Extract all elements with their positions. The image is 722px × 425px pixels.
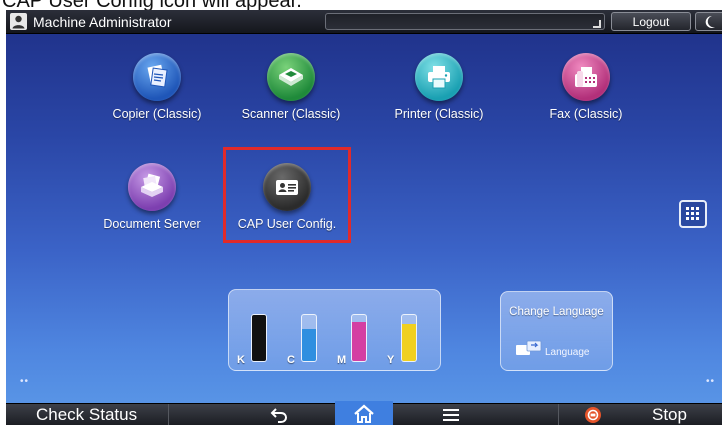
stop-icon bbox=[585, 407, 601, 423]
language-switch-icon bbox=[516, 340, 542, 355]
change-language-title: Change Language bbox=[509, 306, 604, 318]
printer-icon bbox=[415, 53, 463, 101]
toner-letter-y: Y bbox=[387, 354, 395, 366]
home-button[interactable] bbox=[335, 401, 393, 425]
logout-button[interactable]: Logout bbox=[611, 12, 691, 31]
app-copier[interactable]: Copier (Classic) bbox=[87, 53, 227, 121]
resize-grip-icon bbox=[593, 20, 601, 28]
message-field[interactable] bbox=[325, 13, 605, 30]
app-scanner[interactable]: Scanner (Classic) bbox=[221, 53, 361, 121]
toner-letter-k: K bbox=[237, 354, 245, 366]
toner-letter-m: M bbox=[337, 354, 347, 366]
fax-icon bbox=[562, 53, 610, 101]
user-label: Machine Administrator bbox=[33, 13, 172, 30]
bottom-bar: Check Status Stop bbox=[6, 401, 722, 425]
stop-button[interactable]: Stop bbox=[558, 404, 722, 425]
scanner-icon bbox=[267, 53, 315, 101]
energy-saver-button[interactable] bbox=[695, 12, 722, 31]
page-indicator-left: •• bbox=[20, 376, 30, 387]
toner-bar-m bbox=[351, 314, 367, 362]
app-list-button[interactable] bbox=[679, 200, 707, 228]
check-status-button[interactable]: Check Status bbox=[6, 404, 169, 425]
page-indicator-right: •• bbox=[706, 376, 716, 387]
app-label: Scanner (Classic) bbox=[241, 107, 341, 121]
toner-levels-widget[interactable]: K C M Y bbox=[228, 289, 441, 371]
toner-bar-k bbox=[251, 314, 267, 362]
menu-icon[interactable] bbox=[443, 408, 459, 422]
language-label: Language bbox=[545, 347, 590, 358]
toner-letter-c: C bbox=[287, 354, 295, 366]
app-label: Document Server bbox=[103, 217, 201, 231]
toner-fill-c bbox=[302, 328, 316, 361]
app-label: Copier (Classic) bbox=[112, 107, 202, 121]
stop-label: Stop bbox=[652, 405, 687, 424]
app-label: Fax (Classic) bbox=[549, 107, 623, 121]
toner-fill-k bbox=[252, 315, 266, 361]
grid-icon bbox=[686, 207, 699, 220]
highlight-box bbox=[223, 147, 351, 243]
toner-fill-y bbox=[402, 324, 416, 361]
app-fax[interactable]: Fax (Classic) bbox=[516, 53, 656, 121]
copier-icon bbox=[133, 53, 181, 101]
toner-fill-m bbox=[352, 321, 366, 361]
toner-bar-c bbox=[301, 314, 317, 362]
change-language-widget[interactable]: Change Language Language bbox=[500, 291, 613, 371]
top-bar: Machine Administrator Logout bbox=[6, 10, 722, 34]
document-server-icon bbox=[128, 163, 176, 211]
user-icon bbox=[10, 13, 27, 30]
home-icon bbox=[354, 404, 374, 423]
user-indicator[interactable]: Machine Administrator bbox=[10, 12, 172, 31]
app-printer[interactable]: Printer (Classic) bbox=[369, 53, 509, 121]
moon-icon bbox=[705, 15, 715, 28]
app-label: Printer (Classic) bbox=[394, 107, 484, 121]
toner-bar-y bbox=[401, 314, 417, 362]
app-document-server[interactable]: Document Server bbox=[82, 163, 222, 231]
home-screen: Machine Administrator Logout Copier (Cla… bbox=[6, 10, 722, 425]
back-icon[interactable] bbox=[270, 407, 288, 423]
